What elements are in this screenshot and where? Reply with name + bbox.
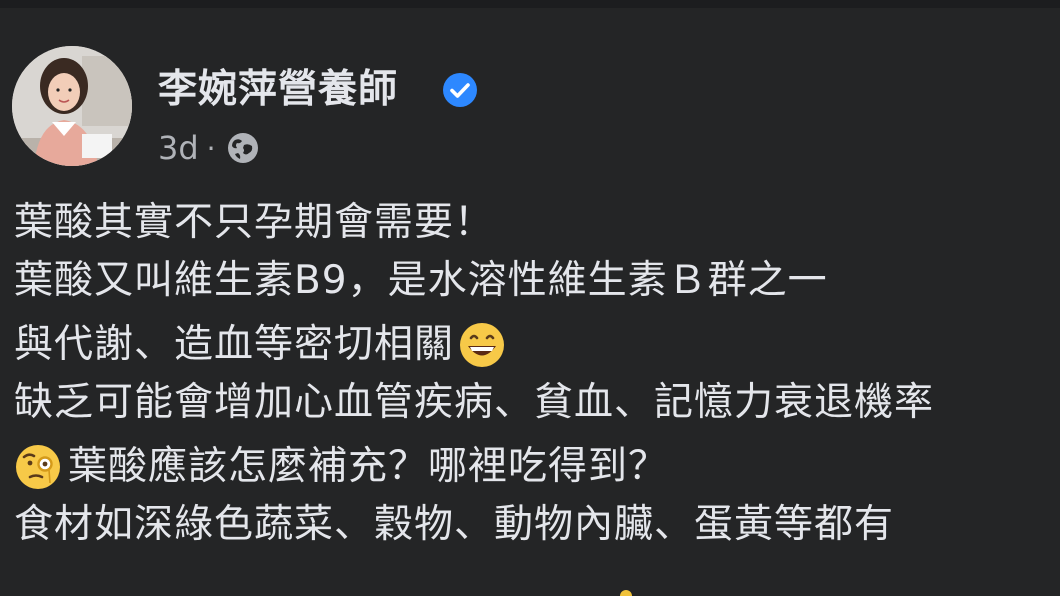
- post-timestamp[interactable]: 3d: [158, 129, 199, 167]
- post-line: 葉酸又叫維生素B9，是水溶性維生素Ｂ群之一: [14, 252, 1060, 310]
- post-line: 與代謝、造血等密切相關: [14, 316, 1060, 374]
- author-avatar[interactable]: [12, 46, 132, 166]
- verified-badge-icon: [443, 73, 477, 107]
- post-line-text: 葉酸其實不只孕期會需要！: [14, 200, 495, 245]
- meta-separator: ·: [206, 131, 216, 165]
- face-with-monocle-emoji-icon: [16, 445, 60, 489]
- post-body: 葉酸其實不只孕期會需要！ 葉酸又叫維生素B9，是水溶性維生素Ｂ群之一 與代謝、造…: [14, 194, 1060, 554]
- post-line: 葉酸應該怎麼補充？哪裡吃得到？: [14, 438, 1060, 496]
- post-line-text: 缺乏可能會增加心血管疾病、貧血、記憶力衰退機率: [14, 380, 935, 425]
- post-line-text: 葉酸應該怎麼補充？哪裡吃得到？: [68, 444, 669, 489]
- globe-icon[interactable]: [226, 131, 260, 165]
- next-line-emoji-peek: [620, 590, 632, 596]
- post-line: 葉酸其實不只孕期會需要！: [14, 194, 1060, 252]
- avatar-photo: [12, 46, 132, 166]
- post-line-text: 與代謝、造血等密切相關: [14, 322, 455, 367]
- post-line-text: 食材如深綠色蔬菜、穀物、動物內臟、蛋黃等都有: [14, 502, 895, 547]
- post-line: 缺乏可能會增加心血管疾病、貧血、記憶力衰退機率: [14, 374, 1060, 432]
- top-divider: [0, 0, 1060, 8]
- grinning-face-emoji-icon: [460, 323, 505, 367]
- post-meta: 3d ·: [158, 128, 260, 168]
- bottom-edge: [0, 588, 1060, 596]
- author-name[interactable]: 李婉萍營養師: [158, 62, 398, 118]
- post-line-text: 葉酸又叫維生素B9，是水溶性維生素Ｂ群之一: [14, 258, 828, 303]
- post-line: 食材如深綠色蔬菜、穀物、動物內臟、蛋黃等都有: [14, 496, 1060, 554]
